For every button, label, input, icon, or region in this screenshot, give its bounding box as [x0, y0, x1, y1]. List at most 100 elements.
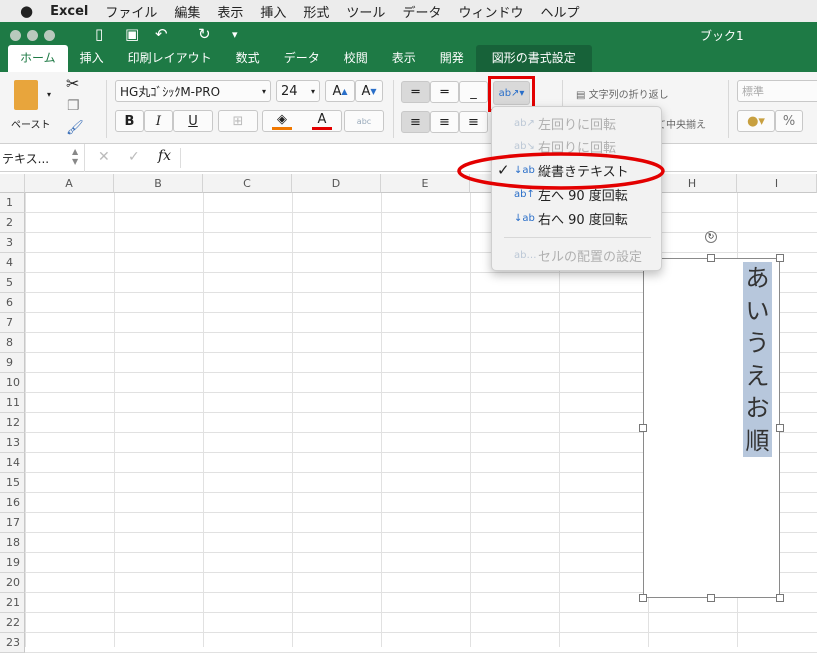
menu-view[interactable]: 表示	[217, 2, 243, 21]
tab-formulas[interactable]: 数式	[224, 45, 272, 72]
menu-item-rotate-ccw[interactable]: ab↗ 左回りに回転	[492, 112, 661, 134]
menu-edit[interactable]: 編集	[174, 2, 200, 21]
row-header[interactable]: 7	[0, 313, 25, 333]
border-button[interactable]: ⊞	[218, 110, 258, 132]
accounting-format-icon[interactable]: ●▾	[737, 110, 775, 132]
row-header[interactable]: 9	[0, 353, 25, 373]
menu-tools[interactable]: ツール	[346, 2, 385, 21]
menu-file[interactable]: ファイル	[105, 2, 157, 21]
align-top-button[interactable]: ═	[401, 81, 430, 103]
row-header[interactable]: 18	[0, 533, 25, 553]
row-header[interactable]: 6	[0, 293, 25, 313]
name-box-stepper[interactable]: ▲ ▼	[72, 147, 78, 167]
customize-icon[interactable]: ▾	[232, 28, 238, 41]
row-header[interactable]: 15	[0, 473, 25, 493]
row-header[interactable]: 10	[0, 373, 25, 393]
shrink-font-button[interactable]: A ▼	[355, 80, 383, 102]
tab-home[interactable]: ホーム	[8, 45, 68, 72]
minimize-button[interactable]	[27, 30, 38, 41]
column-header[interactable]: C	[203, 174, 292, 193]
menu-help[interactable]: ヘルプ	[540, 2, 579, 21]
row-header[interactable]: 1	[0, 193, 25, 213]
select-all[interactable]	[0, 174, 25, 193]
merge-center-button[interactable]: て中央揃え	[656, 116, 706, 131]
menu-format[interactable]: 形式	[303, 2, 329, 21]
row-header[interactable]: 22	[0, 613, 25, 633]
resize-handle[interactable]	[776, 594, 784, 602]
rotate-handle-icon[interactable]: ↻	[705, 231, 717, 243]
paste-dropdown-icon[interactable]: ▾	[47, 90, 51, 99]
row-header[interactable]: 8	[0, 333, 25, 353]
row-header[interactable]: 11	[0, 393, 25, 413]
resize-handle[interactable]	[639, 424, 647, 432]
bold-button[interactable]: B	[115, 110, 144, 132]
column-header[interactable]: A	[25, 174, 114, 193]
row-header[interactable]: 14	[0, 453, 25, 473]
name-box[interactable]: テキス...	[2, 150, 49, 167]
resize-handle[interactable]	[707, 594, 715, 602]
align-center-button[interactable]: ≡	[430, 111, 459, 133]
tab-data[interactable]: データ	[272, 45, 332, 72]
percent-button[interactable]: %	[775, 110, 803, 132]
menu-item-rotate-down[interactable]: ↓ab 右へ 90 度回転	[492, 207, 661, 229]
tab-shape-format[interactable]: 図形の書式設定	[475, 45, 592, 72]
paste-icon[interactable]	[14, 80, 38, 110]
row-header[interactable]: 16	[0, 493, 25, 513]
align-left-button[interactable]: ≡	[401, 111, 430, 133]
align-bottom-button[interactable]: _	[459, 81, 488, 103]
zoom-button[interactable]	[44, 30, 55, 41]
redo-icon[interactable]: ↻	[198, 25, 211, 43]
menu-insert[interactable]: 挿入	[260, 2, 286, 21]
font-color-button[interactable]: A	[312, 112, 332, 130]
row-header[interactable]: 17	[0, 513, 25, 533]
resize-handle[interactable]	[707, 254, 715, 262]
tab-page-layout[interactable]: 印刷レイアウト	[116, 45, 224, 72]
save-icon[interactable]: ▣	[125, 25, 139, 43]
row-header[interactable]: 2	[0, 213, 25, 233]
close-button[interactable]	[10, 30, 21, 41]
italic-button[interactable]: I	[144, 110, 173, 132]
paste-label[interactable]: ペースト	[11, 116, 51, 131]
resize-handle[interactable]	[776, 254, 784, 262]
phonetic-button[interactable]: abc	[344, 110, 384, 132]
menu-window[interactable]: ウィンドウ	[458, 2, 523, 21]
wrap-text-button[interactable]: ▤ 文字列の折り返し	[576, 86, 669, 101]
menu-item-format-cells[interactable]: ab… セルの配置の設定	[492, 244, 661, 266]
fill-color-icon[interactable]: ◈	[272, 112, 292, 130]
tab-insert[interactable]: 挿入	[68, 45, 116, 72]
row-header[interactable]: 13	[0, 433, 25, 453]
resize-handle[interactable]	[639, 594, 647, 602]
tab-review[interactable]: 校閲	[332, 45, 380, 72]
column-header[interactable]: D	[292, 174, 381, 193]
row-header[interactable]: 3	[0, 233, 25, 253]
apple-icon[interactable]: ●	[20, 2, 33, 20]
row-header[interactable]: 12	[0, 413, 25, 433]
copy-icon[interactable]: ❐	[67, 98, 80, 114]
column-header[interactable]: I	[737, 174, 817, 193]
format-painter-icon[interactable]: 🖌	[66, 120, 84, 136]
menu-data[interactable]: データ	[402, 2, 441, 21]
tab-view[interactable]: 表示	[380, 45, 428, 72]
number-format-select[interactable]: 標準	[737, 80, 817, 102]
underline-button[interactable]: U	[173, 110, 213, 132]
align-right-button[interactable]: ≡	[459, 111, 488, 133]
enter-icon[interactable]: ✓	[128, 149, 140, 165]
font-size-select[interactable]: 24 ▾	[276, 80, 320, 102]
column-header[interactable]: B	[114, 174, 203, 193]
row-header[interactable]: 5	[0, 273, 25, 293]
sidebar-icon[interactable]: ▯	[95, 25, 103, 43]
row-header[interactable]: 20	[0, 573, 25, 593]
row-header[interactable]: 19	[0, 553, 25, 573]
grow-font-button[interactable]: A ▲	[325, 80, 355, 102]
row-header[interactable]: 23	[0, 633, 25, 653]
undo-icon[interactable]: ↶	[155, 25, 168, 43]
row-header[interactable]: 21	[0, 593, 25, 613]
row-header[interactable]: 4	[0, 253, 25, 273]
align-middle-button[interactable]: ═	[430, 81, 459, 103]
font-name-select[interactable]: HG丸ｺﾞｼｯｸM-PRO ▾	[115, 80, 271, 102]
vertical-text[interactable]: あいうえお順	[743, 262, 772, 457]
orientation-button[interactable]: ab↗▾	[493, 81, 530, 105]
cancel-icon[interactable]: ✕	[98, 149, 110, 165]
app-menu[interactable]: Excel	[50, 4, 88, 19]
cut-icon[interactable]: ✂	[66, 74, 79, 93]
